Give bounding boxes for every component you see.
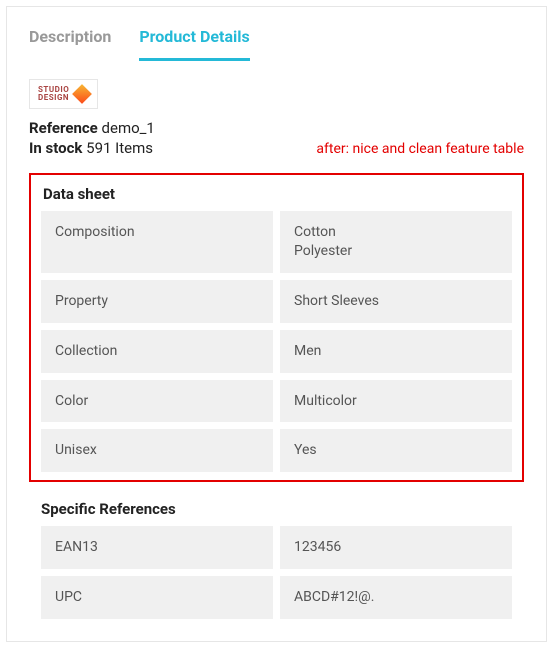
reference-value: demo_1 [102, 119, 155, 137]
reference-label: Reference [29, 119, 98, 137]
datasheet-name: Property [41, 280, 273, 323]
specific-row: EAN13123456 [41, 526, 512, 569]
tab-product-details[interactable]: Product Details [139, 27, 249, 61]
specific-refs-table: EAN13123456UPCABCD#12!@. [41, 526, 512, 619]
datasheet-name: Collection [41, 330, 273, 373]
specific-name: UPC [41, 576, 273, 619]
datasheet-value: Yes [280, 429, 512, 472]
datasheet-highlight: Data sheet CompositionCotton PolyesterPr… [29, 173, 524, 482]
datasheet-value: Cotton Polyester [280, 211, 512, 273]
tab-bar: Description Product Details [29, 7, 524, 61]
brand-diamond-icon [72, 84, 92, 104]
stock-label: In stock [29, 139, 82, 157]
datasheet-row: CompositionCotton Polyester [41, 211, 512, 273]
reference-line: Reference demo_1 [29, 119, 524, 137]
datasheet-value: Men [280, 330, 512, 373]
specific-value: ABCD#12!@. [280, 576, 512, 619]
datasheet-row: CollectionMen [41, 330, 512, 373]
datasheet-name: Color [41, 380, 273, 423]
brand-logo[interactable]: STUDIO DESIGN [29, 79, 98, 109]
brand-logo-text: STUDIO DESIGN [38, 86, 69, 102]
datasheet-table: CompositionCotton PolyesterPropertyShort… [41, 211, 512, 472]
product-panel: Description Product Details STUDIO DESIG… [6, 6, 547, 642]
tab-description[interactable]: Description [29, 27, 111, 61]
datasheet-value: Multicolor [280, 380, 512, 423]
specific-value: 123456 [280, 526, 512, 569]
datasheet-row: PropertyShort Sleeves [41, 280, 512, 323]
specific-row: UPCABCD#12!@. [41, 576, 512, 619]
datasheet-name: Unisex [41, 429, 273, 472]
datasheet-title: Data sheet [43, 185, 512, 203]
datasheet-value: Short Sleeves [280, 280, 512, 323]
datasheet-row: UnisexYes [41, 429, 512, 472]
stock-value: 591 Items [86, 139, 153, 157]
specific-refs-title: Specific References [41, 500, 524, 518]
datasheet-name: Composition [41, 211, 273, 273]
annotation-text: after: nice and clean feature table [316, 141, 524, 157]
datasheet-row: ColorMulticolor [41, 380, 512, 423]
specific-name: EAN13 [41, 526, 273, 569]
